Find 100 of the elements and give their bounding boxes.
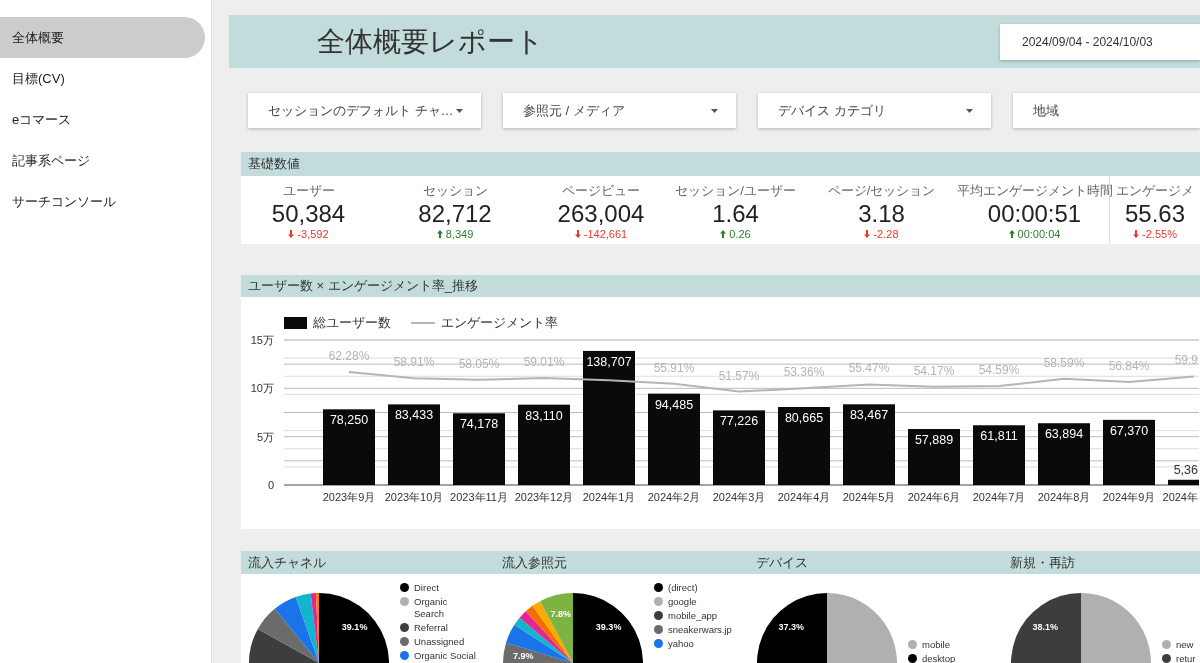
kpi-value: 00:00:51 bbox=[987, 200, 1082, 228]
filter-dropdown[interactable]: 参照元 / メディア bbox=[503, 93, 736, 128]
axis-label: 2024年7月 bbox=[972, 491, 1026, 503]
kpi-value: 55.63 bbox=[1124, 200, 1186, 228]
data-label: 53.36% bbox=[783, 365, 825, 380]
kpi-label: セッション/ユーザー bbox=[675, 182, 796, 200]
axis-label: 2024年6月 bbox=[907, 491, 961, 503]
kpi-delta: -142,661 bbox=[583, 228, 628, 240]
kpi-value: 263,004 bbox=[557, 200, 645, 228]
kpi-value: 50,384 bbox=[271, 200, 346, 228]
data-label: 37.3% bbox=[778, 622, 805, 633]
axis-label: 5万 bbox=[256, 430, 274, 443]
data-label: 7.9% bbox=[512, 650, 534, 661]
kpi-delta: 0.26 bbox=[729, 228, 751, 240]
data-label: 7.8% bbox=[550, 609, 572, 620]
data-label: 74,178 bbox=[459, 417, 499, 432]
sidebar-item[interactable]: サーチコンソール bbox=[0, 181, 205, 222]
legend-line-icon bbox=[411, 322, 435, 324]
data-label: 58.59% bbox=[1043, 355, 1085, 370]
data-label: 38.1% bbox=[1032, 622, 1059, 633]
data-label: 59.01% bbox=[523, 355, 565, 370]
sidebar-item[interactable]: 記事系ページ bbox=[0, 140, 205, 181]
data-label: 56.84% bbox=[1108, 359, 1150, 373]
legend-label: desktop bbox=[922, 652, 956, 663]
data-label: 61,811 bbox=[980, 429, 1018, 444]
axis-label: 2023年10月 bbox=[384, 491, 444, 503]
axis-label: 2024年3月 bbox=[712, 491, 766, 503]
axis-label: 2024年4月 bbox=[777, 491, 831, 503]
axis-label: 2024年8月 bbox=[1037, 491, 1091, 503]
section-title: デバイス bbox=[755, 553, 809, 572]
kpi-label: ページビュー bbox=[562, 182, 640, 200]
data-label: 62.28% bbox=[328, 349, 370, 364]
date-range-field[interactable]: 2024/09/04 - 2024/10/03 bbox=[1000, 23, 1200, 60]
axis-label: 2024年2月 bbox=[647, 491, 701, 503]
axis-label: 2024年1月 bbox=[582, 491, 636, 503]
section-title: 流入参照元 bbox=[501, 553, 568, 572]
legend-label: Referral bbox=[414, 622, 448, 634]
bar bbox=[973, 425, 1025, 485]
data-label: 78,250 bbox=[329, 413, 369, 428]
kpi-label: エンゲージメ bbox=[1116, 182, 1194, 200]
axis-label: 10万 bbox=[250, 382, 274, 395]
axis-label: 2024年5月 bbox=[842, 491, 896, 503]
kpi-label: ユーザー bbox=[282, 182, 335, 200]
data-label: 39.1% bbox=[341, 622, 368, 633]
kpi-delta: 8,349 bbox=[445, 228, 474, 240]
data-label: 54.17% bbox=[913, 363, 955, 378]
legend-label: Organic Social bbox=[414, 650, 476, 662]
data-label: 83,110 bbox=[525, 408, 563, 423]
legend-label: new bbox=[1176, 638, 1194, 651]
data-label: 54.59% bbox=[978, 363, 1020, 378]
kpi-label: セッション bbox=[422, 182, 488, 200]
kpi-value: 1.64 bbox=[712, 200, 759, 228]
axis-label: 2023年12月 bbox=[514, 491, 574, 503]
legend-label: retur bbox=[1176, 652, 1196, 663]
data-label: 59.9 bbox=[1174, 353, 1198, 368]
data-label: 58.91% bbox=[393, 355, 435, 370]
data-label: 77,226 bbox=[719, 414, 759, 429]
data-label: 80,665 bbox=[784, 411, 824, 425]
bar bbox=[908, 429, 960, 485]
legend-label: エンゲージメント率 bbox=[441, 314, 558, 332]
section-title: 流入チャネル bbox=[247, 553, 327, 572]
legend-swatch bbox=[284, 317, 307, 329]
filter-dropdown[interactable]: セッションのデフォルト チャ… bbox=[248, 93, 481, 128]
bar bbox=[1038, 423, 1090, 485]
bar bbox=[1168, 479, 1199, 485]
axis-label: 15万 bbox=[250, 334, 274, 346]
data-label: 63,894 bbox=[1044, 427, 1084, 442]
sidebar-item[interactable]: 全体概要 bbox=[0, 17, 205, 58]
data-label: 83,433 bbox=[394, 408, 434, 423]
data-label: 5,36 bbox=[1173, 462, 1198, 477]
kpi-label: ページ/セッション bbox=[827, 182, 936, 200]
bar bbox=[453, 413, 505, 485]
data-label: 55.91% bbox=[653, 360, 695, 375]
axis-label: 2024年9月 bbox=[1102, 491, 1156, 503]
bar bbox=[1103, 419, 1155, 485]
kpi-value: 3.18 bbox=[858, 200, 905, 228]
axis-label: 2024年 bbox=[1162, 491, 1198, 503]
filter-dropdown[interactable]: 地域 bbox=[1013, 93, 1200, 128]
kpi-delta: -3,592 bbox=[297, 228, 329, 240]
report-title: 全体概要レポート bbox=[317, 24, 544, 59]
legend-label: Direct bbox=[414, 582, 439, 594]
filter-dropdown[interactable]: デバイス カテゴリ bbox=[758, 93, 991, 128]
kpi-delta: 00:00:04 bbox=[1017, 228, 1061, 240]
kpi-label: 平均エンゲージメント時間 bbox=[956, 182, 1113, 200]
legend-label: 総ユーザー数 bbox=[313, 314, 391, 332]
sidebar-item[interactable]: eコマース bbox=[0, 99, 205, 140]
axis-label: 0 bbox=[267, 479, 274, 491]
data-label: 94,485 bbox=[654, 397, 694, 412]
kpi-delta: -2.28 bbox=[873, 228, 899, 240]
data-label: 83,467 bbox=[849, 408, 889, 423]
sidebar-item[interactable]: 目標(CV) bbox=[0, 58, 205, 99]
legend-label: yahoo bbox=[668, 638, 694, 650]
data-label: 55.47% bbox=[848, 361, 890, 376]
kpi-value: 82,712 bbox=[418, 200, 492, 228]
legend-label: mobile bbox=[922, 638, 950, 651]
legend-label: mobile_app bbox=[668, 610, 718, 622]
section-title: 新規・再訪 bbox=[1009, 553, 1076, 572]
kpi-delta: -2.55% bbox=[1142, 228, 1177, 240]
data-label: 58.05% bbox=[458, 356, 500, 371]
data-label: 138,707 bbox=[586, 354, 632, 369]
